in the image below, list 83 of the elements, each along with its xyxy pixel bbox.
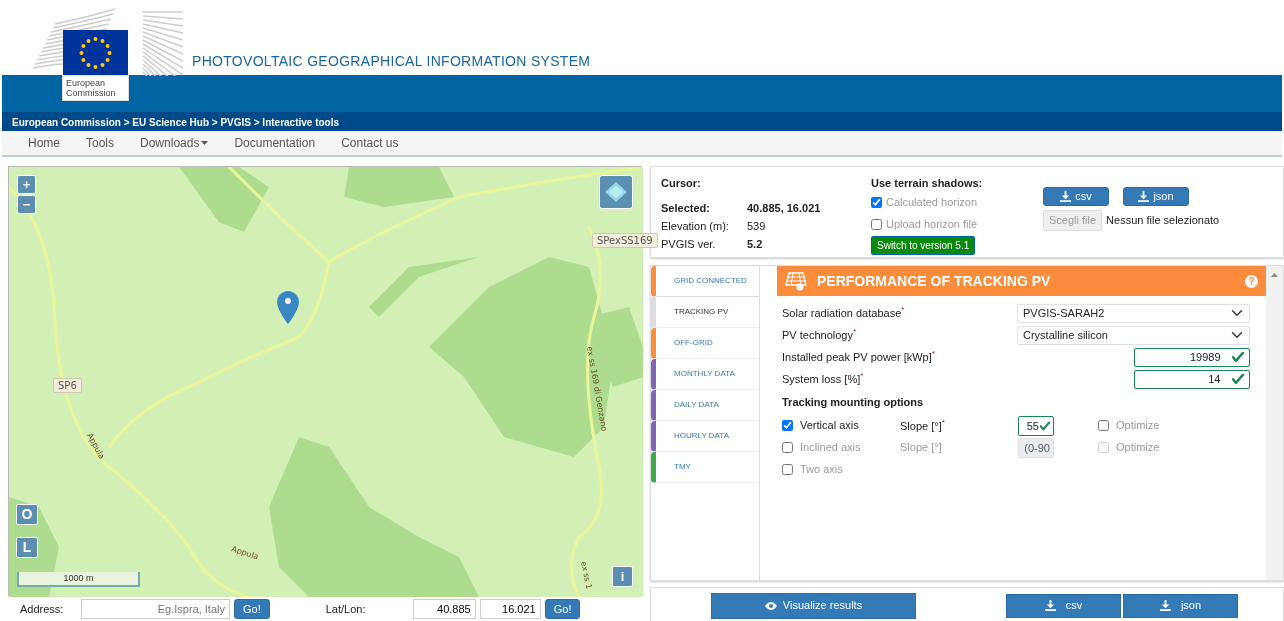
info-value: 5.2 [747, 236, 763, 252]
field-label: PV technology$^{*}$ [782, 326, 857, 344]
section-title: Tracking mounting options [782, 395, 925, 410]
info-label: Selected: [661, 200, 711, 216]
address-field[interactable]: Eg.Ispra, Italy [81, 599, 230, 619]
checkbox-label: Optimize [1116, 418, 1160, 434]
side-tab[interactable]: TRACKING PV [651, 297, 759, 328]
longitude-field[interactable]: 16.021 [479, 599, 541, 619]
go-button[interactable]: Go! [544, 598, 581, 620]
map-pin-icon [277, 291, 299, 324]
field-label: Solar radiation database$^{*}$ [782, 304, 905, 322]
scrollbar[interactable] [1266, 266, 1283, 580]
map-layer-button[interactable]: L [16, 537, 38, 558]
breadcrumb[interactable]: European Commission > EU Science Hub > PVGIS > Interactive tools [12, 117, 340, 128]
layers-button[interactable] [599, 175, 633, 209]
eye-icon [764, 601, 777, 610]
download-button[interactable]: json [1123, 593, 1238, 618]
solar-panel-icon [785, 271, 807, 291]
file-status: Nessun file selezionato [1106, 213, 1220, 228]
side-tab[interactable]: OFF-GRID [651, 328, 759, 359]
checkbox-label: Inclined axis [800, 440, 861, 456]
side-tab[interactable]: GRID CONNECTED [651, 266, 759, 297]
latitude-field[interactable]: 40.885 [412, 599, 476, 619]
field-label: System loss [%]$^{*}$ [782, 370, 864, 388]
checkbox-label: Upload horizon file [886, 217, 978, 233]
input-field[interactable]: 19989 [1134, 347, 1250, 367]
dropdown-field[interactable]: Crystalline silicon [1017, 325, 1250, 345]
map-label: Appula [230, 544, 260, 562]
horizon-checkbox[interactable] [871, 219, 882, 230]
checkbox-label: Optimize [1116, 440, 1160, 456]
map-label: SP6 [53, 378, 82, 393]
scale-bar: 1000 m [17, 572, 140, 587]
logo-text: European Commission [63, 76, 128, 100]
checkbox-label: Two axis [800, 462, 843, 478]
field-label: Slope [°]$^{*}$ [900, 416, 946, 434]
dropdown-field[interactable]: PVGIS-SARAH2 [1017, 303, 1250, 323]
nav-link[interactable]: Tools [86, 134, 115, 152]
nav-link[interactable]: Documentation [234, 134, 316, 152]
field-label: Lat/Lon: [325, 601, 367, 617]
download-icon [1138, 191, 1150, 202]
nav-link[interactable]: Home [28, 134, 60, 152]
side-tab[interactable]: DAILY DATA [651, 390, 759, 421]
axis-checkbox[interactable] [782, 420, 793, 431]
download-icon [1044, 600, 1056, 611]
map-layer-button[interactable]: O [16, 504, 38, 525]
optimize-checkbox[interactable] [1098, 420, 1109, 431]
download-button[interactable]: csv [1006, 593, 1121, 618]
info-value: 40.885, 16.021 [747, 200, 821, 216]
layers-icon [604, 180, 628, 204]
info-label: Elevation (m): [661, 218, 730, 234]
download-icon [1060, 191, 1072, 202]
zoom-out-button[interactable]: − [17, 195, 36, 214]
slope-field[interactable]: 55 [1018, 415, 1054, 436]
info-button[interactable]: i [612, 566, 633, 587]
shadows-title: Use terrain shadows: [871, 176, 984, 191]
visualize-results-button[interactable]: Visualize results [711, 592, 916, 619]
field-label: Address: [20, 601, 65, 617]
download-button[interactable]: csv [1043, 187, 1109, 206]
nav-link[interactable]: Downloads [140, 134, 209, 152]
checkbox-label: Calculated horizon [886, 195, 978, 211]
cursor-label: Cursor: [661, 176, 702, 191]
download-icon [1159, 600, 1171, 611]
input-field[interactable]: 14 [1134, 369, 1250, 389]
side-tab[interactable]: MONTHLY DATA [651, 359, 759, 390]
zoom-in-button[interactable]: + [17, 175, 36, 194]
download-button[interactable]: json [1123, 187, 1189, 206]
horizon-checkbox[interactable] [871, 197, 882, 208]
go-button[interactable]: Go! [234, 598, 270, 620]
map-label: SPexSS169 [592, 233, 658, 248]
side-tab[interactable]: TMY [651, 452, 759, 483]
site-title: PHOTOVOLTAIC GEOGRAPHICAL INFORMATION SYSTEM [192, 52, 591, 71]
caret-icon [201, 141, 209, 145]
checkbox-label: Vertical axis [800, 418, 859, 434]
info-label: PVGIS ver. [661, 236, 717, 252]
field-label: Installed peak PV power [kWp]$^{*}$ [782, 348, 935, 366]
field-label: Slope [°] [900, 440, 943, 456]
side-tab[interactable]: HOURLY DATA [651, 421, 759, 452]
panel-title: PERFORMANCE OF TRACKING PV [817, 271, 1052, 291]
nav-link[interactable]: Contact us [341, 134, 399, 152]
map-label: ex ss 1 [579, 560, 594, 590]
switch-version-button[interactable]: Switch to version 5.1 [871, 235, 976, 255]
map-label: ex ss 169 di Genzano [585, 345, 609, 432]
info-value: 539 [747, 218, 766, 234]
